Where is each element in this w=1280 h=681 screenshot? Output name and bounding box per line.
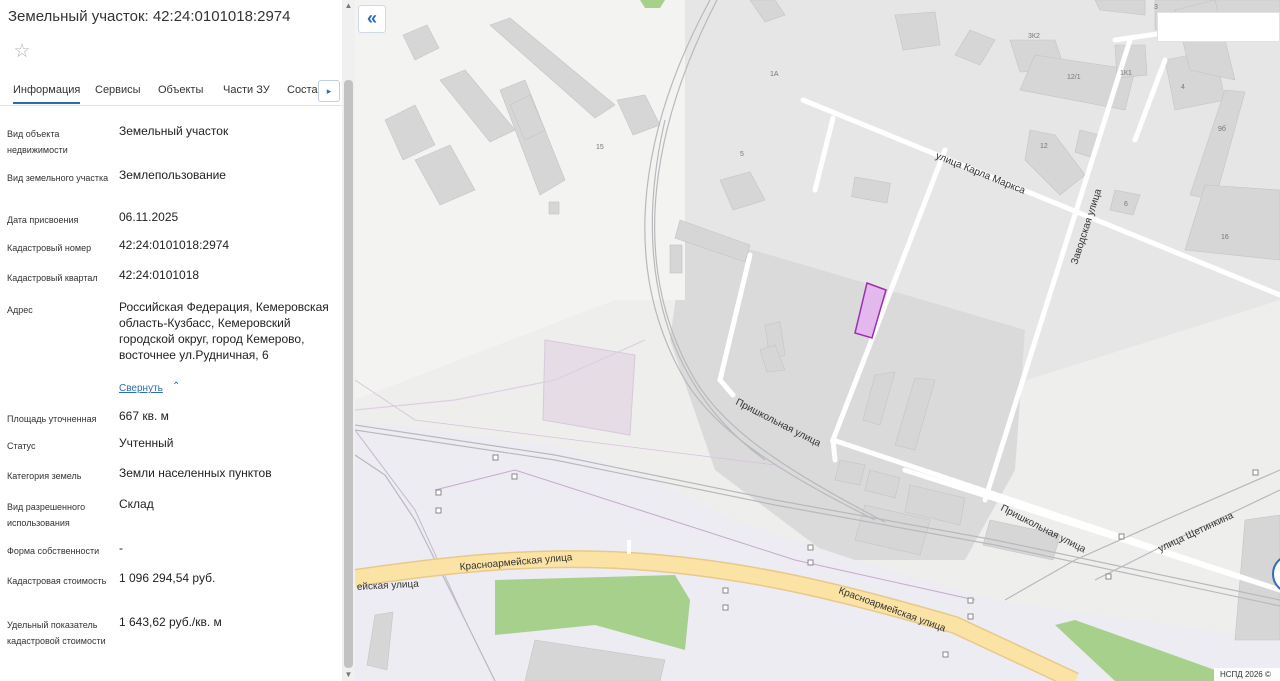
collapse-link[interactable]: Свернуть <box>119 383 163 394</box>
tab-objects[interactable]: Объекты <box>158 84 203 96</box>
survey-marker <box>492 454 499 461</box>
cadastral-map[interactable]: улица Карла Маркса Заводская улица Пришк… <box>355 0 1280 681</box>
field-label: Площадь уточненная <box>7 414 97 424</box>
chevron-up-icon[interactable]: ⌃ <box>172 381 180 392</box>
tab-parcel-parts[interactable]: Части ЗУ <box>223 84 270 96</box>
field-value: 667 кв. м <box>119 409 169 423</box>
house-number: 16 <box>1221 234 1229 241</box>
survey-marker <box>435 489 442 496</box>
house-number: 3К2 <box>1028 33 1040 40</box>
tab-information[interactable]: Информация <box>13 84 81 104</box>
field-label: Кадастровый квартал <box>7 273 98 283</box>
building <box>548 201 560 215</box>
building <box>669 244 683 274</box>
field-value: 42:24:0101018 <box>119 268 200 282</box>
field-value: Российская Федерация, Кемеровская област… <box>119 300 329 362</box>
survey-marker <box>1252 469 1259 476</box>
field-value: Землепользование <box>119 168 226 182</box>
house-number: 1А <box>770 71 779 78</box>
survey-marker <box>1118 533 1125 540</box>
map-zone <box>355 0 685 400</box>
road-marker <box>627 540 631 554</box>
field-value: Земельный участок <box>119 124 229 138</box>
field-label: Вид разрешенного использования <box>7 502 86 528</box>
survey-marker <box>967 597 974 604</box>
field-value: 1 643,62 руб./кв. м <box>119 615 222 629</box>
field-label: Форма собственности <box>7 546 100 556</box>
house-number: 9б <box>1218 125 1226 133</box>
field-label: Адрес <box>7 305 33 315</box>
survey-marker <box>967 613 974 620</box>
survey-marker <box>722 587 729 594</box>
field-label: Дата присвоения <box>7 215 79 225</box>
scroll-thumb[interactable] <box>344 80 353 668</box>
house-number: 5 <box>740 151 744 158</box>
field-value: 1 096 294,54 руб. <box>119 571 216 585</box>
field-value: 06.11.2025 <box>119 210 179 224</box>
field-label: Категория земель <box>7 471 82 481</box>
map-search-box[interactable] <box>1157 12 1280 42</box>
building <box>894 11 941 51</box>
survey-marker <box>511 473 518 480</box>
survey-marker <box>807 559 814 566</box>
tab-scroll-right-icon[interactable]: ▸ <box>318 80 340 102</box>
favorite-star-icon[interactable]: ☆ <box>10 40 34 64</box>
field-label: Кадастровый номер <box>7 243 92 253</box>
field-value: Земли населенных пунктов <box>119 466 272 480</box>
survey-marker <box>807 544 814 551</box>
field-label: Вид объекта недвижимости <box>7 129 68 155</box>
house-number: 4 <box>1181 84 1185 91</box>
field-label: Удельный показатель кадастровой стоимост… <box>7 620 106 646</box>
house-number: 12 <box>1040 143 1048 150</box>
map-attribution: НСПД 2026 © <box>1214 668 1280 681</box>
house-number: 15 <box>596 144 604 151</box>
scroll-up-icon[interactable]: ▲ <box>342 0 355 12</box>
tab-bar: Информация Сервисы Объекты Части ЗУ Сост… <box>0 78 342 106</box>
field-value: - <box>119 541 123 555</box>
field-label: Статус <box>7 441 36 451</box>
field-value: Учтенный <box>119 436 174 450</box>
page-title: Земельный участок: 42:24:0101018:2974 <box>8 8 291 25</box>
house-number: 12/1 <box>1067 74 1081 81</box>
survey-marker <box>942 651 949 658</box>
info-panel: Земельный участок: 42:24:0101018:2974 ☆ … <box>0 0 355 681</box>
field-label: Вид земельного участка <box>7 173 109 183</box>
field-value: 42:24:0101018:2974 <box>119 238 230 252</box>
survey-marker <box>722 604 729 611</box>
tab-services[interactable]: Сервисы <box>95 84 141 96</box>
field-value: Склад <box>119 497 154 511</box>
street <box>830 437 838 463</box>
street-label: улица Щетинкина <box>1157 510 1236 555</box>
survey-marker <box>435 507 442 514</box>
map-canvas[interactable]: улица Карла Маркса Заводская улица Пришк… <box>355 0 1280 681</box>
house-number: 3 <box>1154 4 1158 11</box>
survey-marker <box>1105 573 1112 580</box>
house-number: 6 <box>1124 201 1128 208</box>
collapse-panel-icon[interactable]: « <box>358 5 386 33</box>
house-number: 1К1 <box>1120 70 1132 77</box>
field-label: Кадастровая стоимость <box>7 576 107 586</box>
scroll-down-icon[interactable]: ▼ <box>342 669 355 681</box>
map-zone <box>542 339 636 436</box>
panel-scrollbar[interactable]: ▲ ▼ <box>342 0 355 681</box>
